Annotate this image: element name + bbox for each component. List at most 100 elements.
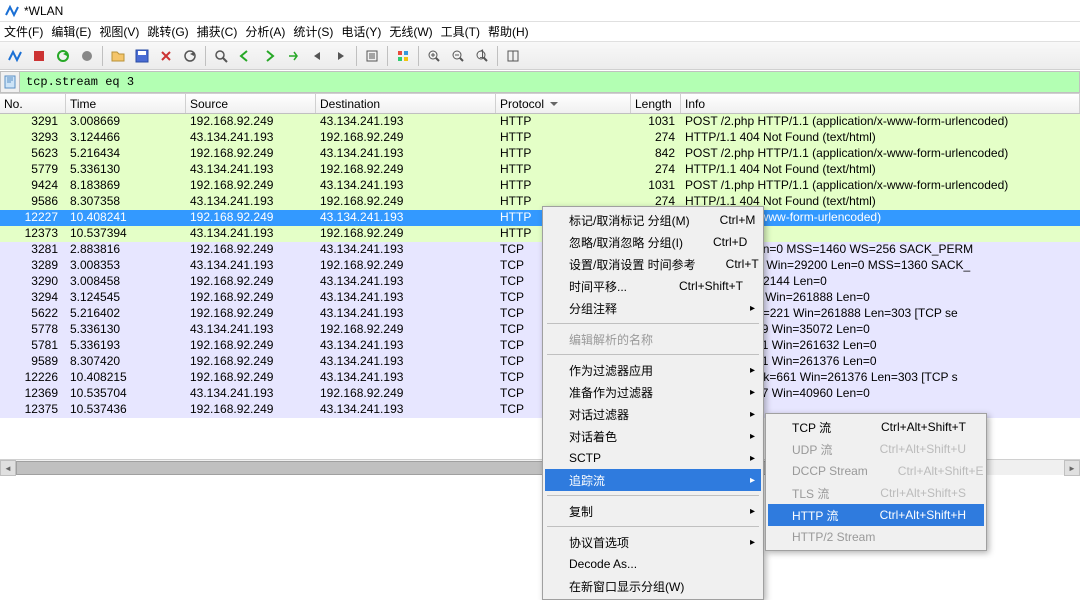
toolbar-sep — [497, 46, 498, 66]
packet-row[interactable]: 1222610.408215192.168.92.24943.134.241.1… — [0, 370, 1080, 386]
menu-sctp[interactable]: SCTP — [545, 447, 761, 469]
menu-sep — [547, 323, 759, 324]
menu-follow-http[interactable]: HTTP 流Ctrl+Alt+Shift+H — [768, 504, 984, 526]
go-forward-icon[interactable] — [258, 45, 280, 67]
follow-stream-submenu: TCP 流Ctrl+Alt+Shift+T UDP 流Ctrl+Alt+Shif… — [765, 413, 987, 551]
menu-help[interactable]: 帮助(H) — [488, 23, 529, 40]
stop-capture-icon[interactable] — [28, 45, 50, 67]
go-back-icon[interactable] — [234, 45, 256, 67]
menu-tools[interactable]: 工具(T) — [441, 23, 480, 40]
packet-row[interactable]: 32903.008458192.168.92.24943.134.241.193… — [0, 274, 1080, 290]
packet-row[interactable]: 57815.336193192.168.92.24943.134.241.193… — [0, 338, 1080, 354]
reload-icon[interactable] — [179, 45, 201, 67]
menu-time-reference[interactable]: 设置/取消设置 时间参考Ctrl+T — [545, 253, 761, 275]
close-file-icon[interactable] — [155, 45, 177, 67]
menu-copy[interactable]: 复制 — [545, 500, 761, 522]
col-source[interactable]: Source — [186, 94, 316, 113]
menu-sep — [547, 495, 759, 496]
packet-row[interactable]: 1237310.53739443.134.241.193192.168.92.2… — [0, 226, 1080, 242]
menu-time-shift[interactable]: 时间平移...Ctrl+Shift+T — [545, 275, 761, 297]
toolbar-sep — [418, 46, 419, 66]
restart-capture-icon[interactable] — [52, 45, 74, 67]
menu-ignore-packet[interactable]: 忽略/取消忽略 分组(I)Ctrl+D — [545, 231, 761, 253]
packet-row[interactable]: 57795.33613043.134.241.193192.168.92.249… — [0, 162, 1080, 178]
zoom-reset-icon[interactable]: 1 — [471, 45, 493, 67]
display-filter-input[interactable] — [20, 71, 1080, 93]
menu-go[interactable]: 跳转(G) — [147, 23, 188, 40]
col-destination[interactable]: Destination — [316, 94, 496, 113]
menu-file[interactable]: 文件(F) — [4, 23, 43, 40]
wireshark-icon — [4, 3, 20, 19]
menu-conversation-filter[interactable]: 对话过滤器 — [545, 403, 761, 425]
zoom-in-icon[interactable] — [423, 45, 445, 67]
menu-mark-packet[interactable]: 标记/取消标记 分组(M)Ctrl+M — [545, 209, 761, 231]
packet-context-menu: 标记/取消标记 分组(M)Ctrl+M 忽略/取消忽略 分组(I)Ctrl+D … — [542, 206, 764, 600]
menu-protocol-preferences[interactable]: 协议首选项 — [545, 531, 761, 553]
col-info[interactable]: Info — [681, 94, 1080, 113]
packet-row[interactable]: 94248.183869192.168.92.24943.134.241.193… — [0, 178, 1080, 194]
col-time[interactable]: Time — [66, 94, 186, 113]
menu-statistics[interactable]: 统计(S) — [293, 23, 333, 40]
menu-follow-stream[interactable]: 追踪流 — [545, 469, 761, 491]
col-length[interactable]: Length — [631, 94, 681, 113]
go-last-icon[interactable] — [330, 45, 352, 67]
menu-follow-tcp[interactable]: TCP 流Ctrl+Alt+Shift+T — [768, 416, 984, 438]
menu-capture[interactable]: 捕获(C) — [197, 23, 238, 40]
packet-row[interactable]: 32893.00835343.134.241.193192.168.92.249… — [0, 258, 1080, 274]
menu-follow-dccp: DCCP StreamCtrl+Alt+Shift+E — [768, 460, 984, 482]
menu-prepare-as-filter[interactable]: 准备作为过滤器 — [545, 381, 761, 403]
toolbar-sep — [356, 46, 357, 66]
packet-row[interactable]: 56225.216402192.168.92.24943.134.241.193… — [0, 306, 1080, 322]
packet-row[interactable]: 56235.216434192.168.92.24943.134.241.193… — [0, 146, 1080, 162]
go-to-packet-icon[interactable] — [282, 45, 304, 67]
menu-bar: 文件(F) 编辑(E) 视图(V) 跳转(G) 捕获(C) 分析(A) 统计(S… — [0, 22, 1080, 42]
menu-edit[interactable]: 编辑(E) — [51, 23, 91, 40]
packet-row[interactable]: 32913.008669192.168.92.24943.134.241.193… — [0, 114, 1080, 130]
zoom-out-icon[interactable] — [447, 45, 469, 67]
menu-sep — [547, 354, 759, 355]
packet-row[interactable]: 95898.307420192.168.92.24943.134.241.193… — [0, 354, 1080, 370]
scroll-left-icon[interactable]: ◄ — [0, 460, 16, 476]
open-file-icon[interactable] — [107, 45, 129, 67]
menu-edit-resolved-name: 编辑解析的名称 — [545, 328, 761, 350]
packet-list-header: No. Time Source Destination Protocol Len… — [0, 94, 1080, 114]
menu-analyze[interactable]: 分析(A) — [245, 23, 285, 40]
filter-bar — [0, 70, 1080, 94]
menu-decode-as[interactable]: Decode As... — [545, 553, 761, 575]
menu-telephony[interactable]: 电话(Y) — [341, 23, 381, 40]
start-capture-icon[interactable] — [4, 45, 26, 67]
menu-wireless[interactable]: 无线(W) — [389, 23, 432, 40]
toolbar: 1 — [0, 42, 1080, 70]
go-first-icon[interactable] — [306, 45, 328, 67]
colorize-icon[interactable] — [392, 45, 414, 67]
packet-row[interactable]: 1222710.408241192.168.92.24943.134.241.1… — [0, 210, 1080, 226]
menu-view[interactable]: 视图(V) — [99, 23, 139, 40]
scroll-right-icon[interactable]: ► — [1064, 460, 1080, 476]
menu-follow-http2: HTTP/2 Stream — [768, 526, 984, 548]
packet-row[interactable]: 95868.30735843.134.241.193192.168.92.249… — [0, 194, 1080, 210]
save-file-icon[interactable] — [131, 45, 153, 67]
packet-list: No. Time Source Destination Protocol Len… — [0, 94, 1080, 418]
title-bar: *WLAN — [0, 0, 1080, 22]
packet-row[interactable]: 57785.33613043.134.241.193192.168.92.249… — [0, 322, 1080, 338]
toolbar-sep — [387, 46, 388, 66]
packet-row[interactable]: 32933.12446643.134.241.193192.168.92.249… — [0, 130, 1080, 146]
menu-sep — [547, 526, 759, 527]
packet-row[interactable]: 32812.883816192.168.92.24943.134.241.193… — [0, 242, 1080, 258]
packet-row[interactable]: 1236910.53570443.134.241.193192.168.92.2… — [0, 386, 1080, 402]
find-icon[interactable] — [210, 45, 232, 67]
menu-follow-udp: UDP 流Ctrl+Alt+Shift+U — [768, 438, 984, 460]
window-title: *WLAN — [24, 4, 63, 18]
toolbar-sep — [205, 46, 206, 66]
capture-options-icon[interactable] — [76, 45, 98, 67]
packet-row[interactable]: 32943.124545192.168.92.24943.134.241.193… — [0, 290, 1080, 306]
resize-columns-icon[interactable] — [502, 45, 524, 67]
col-protocol[interactable]: Protocol — [496, 94, 631, 113]
auto-scroll-icon[interactable] — [361, 45, 383, 67]
col-no[interactable]: No. — [0, 94, 66, 113]
menu-colorize-conversation[interactable]: 对话着色 — [545, 425, 761, 447]
menu-show-in-new-window[interactable]: 在新窗口显示分组(W) — [545, 575, 761, 597]
menu-apply-as-filter[interactable]: 作为过滤器应用 — [545, 359, 761, 381]
filter-bookmark-icon[interactable] — [0, 71, 20, 93]
menu-packet-comment[interactable]: 分组注释 — [545, 297, 761, 319]
